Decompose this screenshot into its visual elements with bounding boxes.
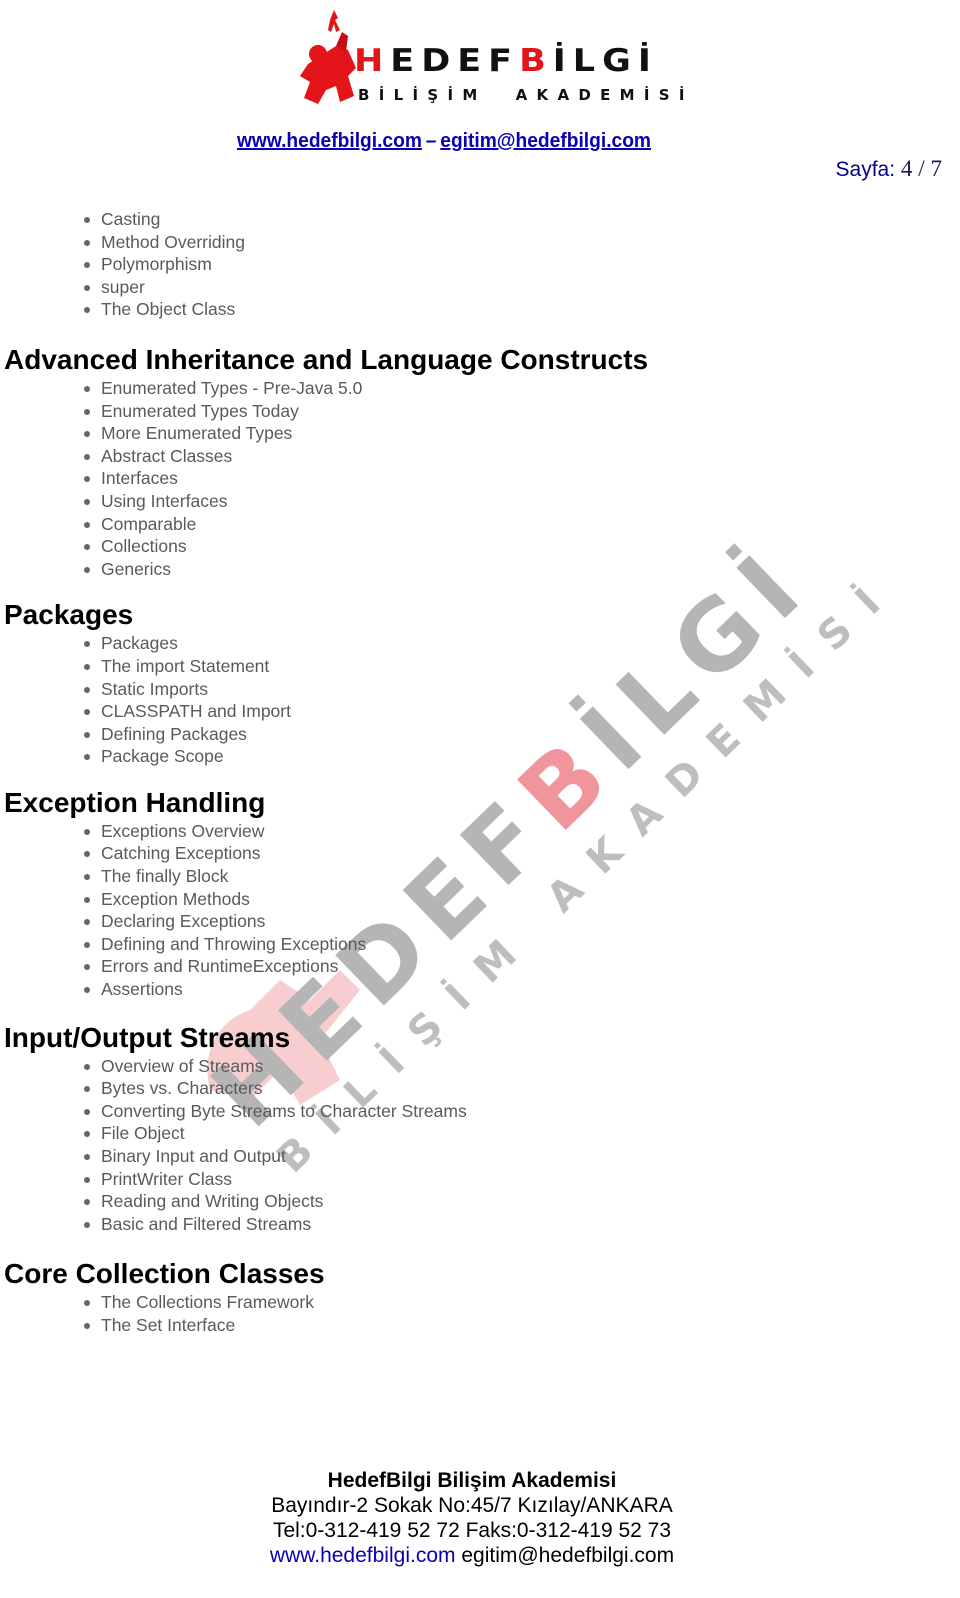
topic-item: Catching Exceptions (82, 842, 960, 865)
topic-item: Abstract Classes (82, 445, 960, 468)
topic-item: Static Imports (82, 678, 960, 701)
footer-website[interactable]: www.hedefbilgi.com (270, 1544, 456, 1567)
topic-item: Interfaces (82, 467, 960, 490)
course-section: Exception Handling Exceptions Overview Cat… (0, 786, 960, 1001)
topic-item: The Set Interface (82, 1314, 960, 1337)
course-section: Input/Output Streams Overview of Streams B… (0, 1021, 960, 1236)
topic-item: PrintWriter Class (82, 1168, 960, 1191)
topic-item: Assertions (82, 978, 960, 1001)
topic-item: Converting Byte Streams to Character Str… (82, 1100, 960, 1123)
page-current: 4 (900, 156, 913, 181)
topic-item: Overview of Streams (82, 1055, 960, 1078)
topic-item: Casting (82, 208, 960, 231)
topic-list: Overview of Streams Bytes vs. Characters C… (0, 1055, 960, 1236)
topic-list: The Collections Framework The Set Interfa… (0, 1291, 960, 1336)
topic-item: The Collections Framework (82, 1291, 960, 1314)
course-section: Advanced Inheritance and Language Constr… (0, 343, 960, 580)
topic-list: Exceptions Overview Catching Exceptions Th… (0, 820, 960, 1001)
topic-item: Basic and Filtered Streams (82, 1213, 960, 1236)
topic-item: Method Overriding (82, 231, 960, 254)
header-contact-links: www.hedefbilgi.com – egitim@hedefbilgi.com (237, 130, 651, 153)
topic-item: Declaring Exceptions (82, 910, 960, 933)
topic-item: Exceptions Overview (82, 820, 960, 843)
continued-topic-list: Casting Method Overriding Polymorphism supe… (0, 208, 960, 321)
topic-item: Comparable (82, 513, 960, 536)
link-separator: – (425, 130, 437, 152)
page-separator: / (918, 156, 925, 181)
topic-item: Package Scope (82, 745, 960, 768)
website-link[interactable]: www.hedefbilgi.com (237, 130, 422, 152)
figure-logo-icon (300, 10, 356, 104)
topic-item: Defining and Throwing Exceptions (82, 933, 960, 956)
email-link[interactable]: egitim@hedefbilgi.com (440, 130, 651, 152)
topic-item: More Enumerated Types (82, 422, 960, 445)
logo-title: HEDEFBİLGİ (354, 43, 658, 80)
topic-item: Enumerated Types Today (82, 400, 960, 423)
course-section: Packages Packages The import Statement Stat… (0, 598, 960, 768)
section-heading: Packages (4, 599, 134, 631)
topic-item: CLASSPATH and Import (82, 700, 960, 723)
logo-subtitle: BİLİŞİM AKADEMİSİ (358, 86, 694, 104)
topic-item: super (82, 276, 960, 299)
topic-list: Packages The import Statement Static Impor… (0, 632, 960, 768)
footer-web-line: www.hedefbilgi.com egitim@hedefbilgi.com (0, 1543, 944, 1568)
page-label: Sayfa: (835, 158, 896, 181)
topic-item: File Object (82, 1122, 960, 1145)
topic-item: Binary Input and Output (82, 1145, 960, 1168)
section-heading: Exception Handling (4, 786, 266, 818)
section-heading: Advanced Inheritance and Language Constr… (4, 343, 649, 375)
topic-item: Exception Methods (82, 888, 960, 911)
topic-item: Packages (82, 632, 960, 655)
topic-item: Using Interfaces (82, 490, 960, 513)
topic-item: Enumerated Types - Pre-Java 5.0 (82, 377, 960, 400)
footer-email[interactable]: egitim@hedefbilgi.com (461, 1544, 674, 1567)
brand-logo: HEDEFBİLGİ BİLİŞİM AKADEMİSİ (296, 6, 684, 106)
topic-item: Bytes vs. Characters (82, 1077, 960, 1100)
topic-item: The finally Block (82, 865, 960, 888)
course-section: Core Collection Classes The Collections F… (0, 1257, 960, 1336)
topic-item: The import Statement (82, 655, 960, 678)
topic-item: The Object Class (82, 298, 960, 321)
page-total: 7 (930, 156, 943, 181)
footer-phones: Tel:0-312-419 52 72 Faks:0-312-419 52 73 (272, 1519, 672, 1542)
course-sections: Advanced Inheritance and Language Constr… (0, 343, 960, 1337)
section-heading: Input/Output Streams (4, 1021, 291, 1053)
topic-item: Polymorphism (82, 253, 960, 276)
section-heading: Core Collection Classes (4, 1258, 325, 1290)
topic-item: Errors and RuntimeExceptions (82, 955, 960, 978)
footer-company: HedefBilgi Bilişim Akademisi (327, 1469, 617, 1492)
topic-item: Collections (82, 535, 960, 558)
topic-list: Enumerated Types - Pre-Java 5.0 Enumerate… (0, 377, 960, 580)
page-counter: Sayfa: 4 / 7 (836, 156, 942, 182)
topic-item: Defining Packages (82, 723, 960, 746)
topic-item: Generics (82, 558, 960, 581)
page-footer: HedefBilgi Bilişim Akademisi Bayındır-2 … (0, 1468, 944, 1568)
document-body: Casting Method Overriding Polymorphism supe… (0, 208, 960, 1337)
topic-item: Reading and Writing Objects (82, 1190, 960, 1213)
footer-address: Bayındır-2 Sokak No:45/7 Kızılay/ANKARA (271, 1494, 673, 1517)
